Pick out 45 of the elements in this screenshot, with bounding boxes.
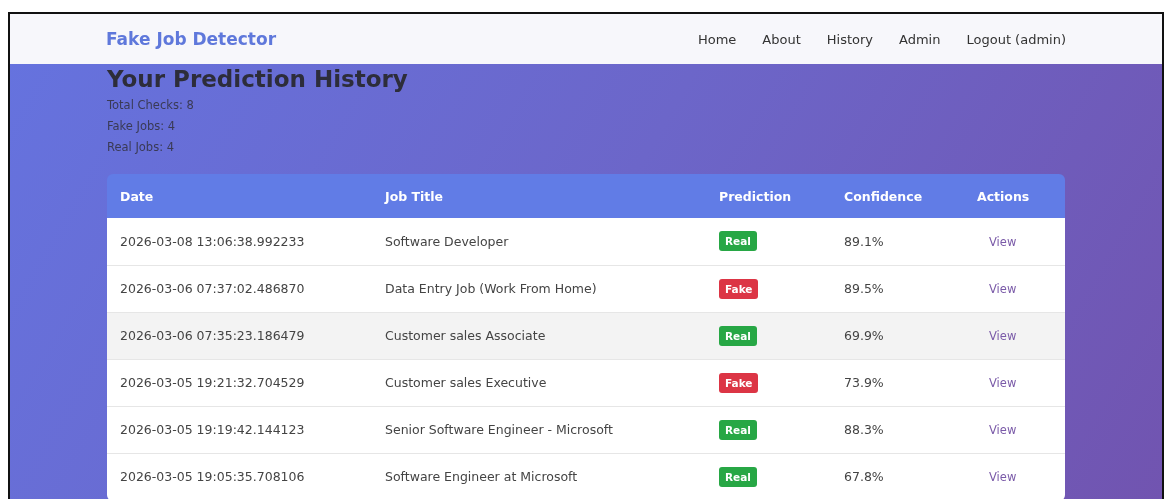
- page-heading: Your Prediction History: [107, 65, 409, 92]
- prediction-badge: Real: [719, 325, 757, 346]
- job-title-cell: Customer sales Associate: [372, 312, 706, 359]
- column-header: Prediction: [719, 188, 792, 204]
- nav-link[interactable]: Admin: [899, 31, 941, 47]
- stat-text: Fake Jobs: 4: [107, 119, 176, 133]
- confidence-cell: 67.8%: [831, 453, 964, 499]
- column-header: Job Title: [385, 188, 444, 204]
- brand-logo[interactable]: Fake Job Detector: [106, 29, 277, 49]
- nav-link[interactable]: About: [762, 31, 801, 47]
- date-cell: 2026-03-05 19:21:32.704529: [107, 359, 372, 406]
- prediction-badge: Real: [719, 231, 757, 252]
- job-title-cell: Customer sales Executive: [372, 359, 706, 406]
- confidence-cell: 89.1%: [831, 218, 964, 265]
- view-link[interactable]: View: [977, 329, 1017, 343]
- prediction-badge: Fake: [719, 278, 759, 299]
- confidence-cell: 73.9%: [831, 359, 964, 406]
- column-header: Date: [120, 188, 154, 204]
- view-link[interactable]: View: [977, 234, 1017, 249]
- nav-link[interactable]: History: [826, 31, 874, 47]
- view-link[interactable]: View: [977, 470, 1017, 484]
- stat-text: Total Checks: 8: [107, 98, 194, 112]
- date-cell: 2026-03-08 13:06:38.992233: [107, 218, 372, 265]
- view-link[interactable]: View: [977, 423, 1017, 437]
- date-cell: 2026-03-05 19:19:42.144123: [107, 406, 372, 453]
- job-title-cell: Software Developer: [372, 218, 706, 265]
- prediction-badge: Real: [719, 419, 757, 440]
- job-title-cell: Data Entry Job (Work From Home): [372, 265, 706, 312]
- date-cell: 2026-03-06 07:37:02.486870: [107, 265, 372, 312]
- date-cell: 2026-03-05 19:05:35.708106: [107, 453, 372, 499]
- column-header: Actions: [977, 188, 1030, 204]
- confidence-cell: 69.9%: [831, 312, 964, 359]
- date-cell: 2026-03-06 07:35:23.186479: [107, 312, 372, 359]
- view-link[interactable]: View: [977, 282, 1017, 296]
- job-title-cell: Software Engineer at Microsoft: [372, 453, 706, 499]
- confidence-cell: 88.3%: [831, 406, 964, 453]
- job-title-cell: Senior Software Engineer - Microsoft: [372, 406, 706, 453]
- column-header: Confidence: [844, 188, 923, 204]
- prediction-badge: Fake: [719, 372, 759, 393]
- view-link[interactable]: View: [977, 376, 1017, 390]
- prediction-badge: Real: [719, 466, 757, 487]
- nav-link[interactable]: Logout (admin): [966, 31, 1066, 47]
- nav-link[interactable]: Home: [697, 31, 737, 47]
- stat-text: Real Jobs: 4: [107, 140, 174, 154]
- confidence-cell: 89.5%: [831, 265, 964, 312]
